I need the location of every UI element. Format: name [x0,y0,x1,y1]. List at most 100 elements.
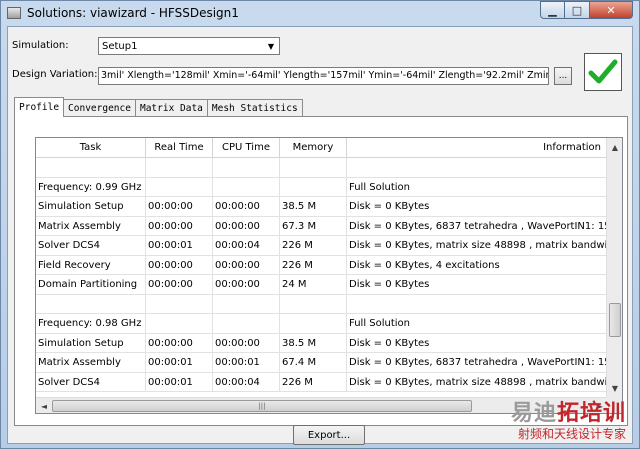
tab-profile[interactable]: Profile [14,97,65,117]
table-cell: 00:00:01 [213,353,280,373]
window-title: Solutions: viawizard - HFSSDesign1 [27,6,239,20]
table-cell: 00:00:04 [213,372,280,392]
table-cell: 00:00:01 [146,372,213,392]
vertical-scroll-thumb[interactable] [609,303,621,337]
design-variation-browse-button[interactable]: ... [554,67,572,85]
table-cell: Frequency: 0.99 GHz [36,177,146,197]
dialog-client-area: Simulation: Setup1 ▼ Design Variation: 3… [7,26,633,445]
table-cell: Simulation Setup [36,333,146,353]
table-cell [280,294,347,314]
tab-mesh-statistics[interactable]: Mesh Statistics [206,99,303,117]
table-cell [146,158,213,178]
table-cell: 00:00:00 [213,255,280,275]
simulation-select-value: Setup1 [102,40,138,52]
table-cell: Disk = 0 KBytes, 6837 tetrahedra , WaveP… [347,353,608,373]
table-cell: 67.4 M [280,353,347,373]
maximize-button[interactable]: □ [565,1,590,19]
title-bar[interactable]: Solutions: viawizard - HFSSDesign1 ▁ □ ✕ [1,1,639,25]
table-row[interactable]: Frequency: 0.99 GHz Full Solution [36,177,608,197]
table-cell [280,177,347,197]
table-row[interactable]: Solver DCS4 00:00:01 00:00:04 226 M Disk = 0… [36,372,608,392]
table-cell: 67.3 M [280,216,347,236]
table-cell: 00:00:00 [146,255,213,275]
table-cell: Disk = 0 KBytes, matrix size 48898 , mat… [347,236,608,256]
table-cell [146,314,213,334]
column-header-real-time[interactable]: Real Time [146,138,213,158]
table-cell [213,314,280,334]
table-cell: 38.5 M [280,333,347,353]
table-row[interactable] [36,294,608,314]
scrollbar-corner [606,397,622,413]
table-cell: 00:00:00 [213,275,280,295]
solution-status-indicator [584,53,622,91]
table-cell: Disk = 0 KBytes, matrix size 48898 , mat… [347,372,608,392]
tab-matrix-data[interactable]: Matrix Data [134,99,208,117]
table-cell [36,294,146,314]
minimize-icon: ▁ [548,3,557,17]
table-cell: 00:00:01 [146,236,213,256]
table-row[interactable]: Solver DCS4 00:00:01 00:00:04 226 M Disk = 0… [36,236,608,256]
scroll-up-icon[interactable]: ▲ [608,140,622,154]
table-body: Frequency: 0.99 GHz Full Solution Simulati… [36,158,608,397]
table-cell: 226 M [280,372,347,392]
table-cell: 00:00:00 [146,333,213,353]
table-cell [347,158,608,178]
minimize-button[interactable]: ▁ [540,1,565,19]
table-cell: 00:00:00 [213,333,280,353]
table-cell: Matrix Assembly [36,353,146,373]
table-cell: 00:00:00 [213,216,280,236]
table-cell: Field Recovery [36,255,146,275]
table-cell: 00:00:04 [213,236,280,256]
table-row[interactable]: Simulation Setup 00:00:00 00:00:00 38.5 M Di… [36,197,608,217]
table-cell [146,294,213,314]
table-cell: Disk = 0 KBytes, 6837 tetrahedra , WaveP… [347,216,608,236]
table-row[interactable]: Matrix Assembly 00:00:00 00:00:00 67.3 M Dis… [36,216,608,236]
table-cell: Domain Partitioning [36,275,146,295]
table-cell: Frequency: 0.98 GHz [36,314,146,334]
horizontal-scrollbar[interactable]: ◄ ||| ► [36,397,608,413]
export-button[interactable]: Export... [293,425,365,445]
vertical-scrollbar[interactable]: ▲ ▼ [606,138,622,397]
table-row[interactable]: Frequency: 0.98 GHz Full Solution [36,314,608,334]
table-cell [146,177,213,197]
simulation-select[interactable]: Setup1 ▼ [98,37,280,55]
table-row[interactable] [36,158,608,178]
close-button[interactable]: ✕ [590,1,633,19]
table-cell: 00:00:00 [146,275,213,295]
table-cell: 00:00:00 [213,197,280,217]
chevron-down-icon[interactable]: ▼ [263,38,279,54]
scroll-left-icon[interactable]: ◄ [37,399,51,413]
horizontal-scroll-thumb[interactable]: ||| [52,400,472,412]
design-variation-field[interactable]: 3mil' Xlength='128mil' Xmin='-64mil' Yle… [98,67,549,85]
close-icon: ✕ [606,3,616,17]
grip-icon: ||| [258,402,266,410]
tab-convergence[interactable]: Convergence [63,99,136,117]
table-row[interactable]: Simulation Setup 00:00:00 00:00:00 38.5 M Di… [36,333,608,353]
column-header-cpu-time[interactable]: CPU Time [213,138,280,158]
table-cell: 24 M [280,275,347,295]
table-cell: 00:00:00 [146,216,213,236]
table-row[interactable]: Matrix Assembly 00:00:01 00:00:01 67.4 M Dis… [36,353,608,373]
column-header-task[interactable]: Task [36,138,146,158]
table-cell: Disk = 0 KBytes, 4 excitations [347,255,608,275]
maximize-icon: □ [571,3,583,17]
table-cell: Disk = 0 KBytes [347,275,608,295]
table-row[interactable]: Field Recovery 00:00:00 00:00:00 226 M Disk … [36,255,608,275]
column-header-memory[interactable]: Memory [280,138,347,158]
table-cell: Solver DCS4 [36,372,146,392]
scroll-down-icon[interactable]: ▼ [608,381,622,395]
profile-table[interactable]: Task Real Time CPU Time Memory Informati… [35,137,623,414]
table-cell: Simulation Setup [36,197,146,217]
tab-bar: Profile Convergence Matrix Data Mesh Sta… [14,97,303,117]
table-row[interactable]: Domain Partitioning 00:00:00 00:00:00 24 MD… [36,275,608,295]
table-cell [347,294,608,314]
column-header-information[interactable]: Information [347,138,608,158]
simulation-label: Simulation: [12,40,69,51]
scroll-right-icon[interactable]: ► [593,399,607,413]
table-cell [280,314,347,334]
table-cell: Matrix Assembly [36,216,146,236]
checkmark-icon [588,59,618,84]
table-cell: 226 M [280,236,347,256]
table-cell: Full Solution [347,314,608,334]
watermark-subtitle: 射频和天线设计专家 [517,427,626,441]
